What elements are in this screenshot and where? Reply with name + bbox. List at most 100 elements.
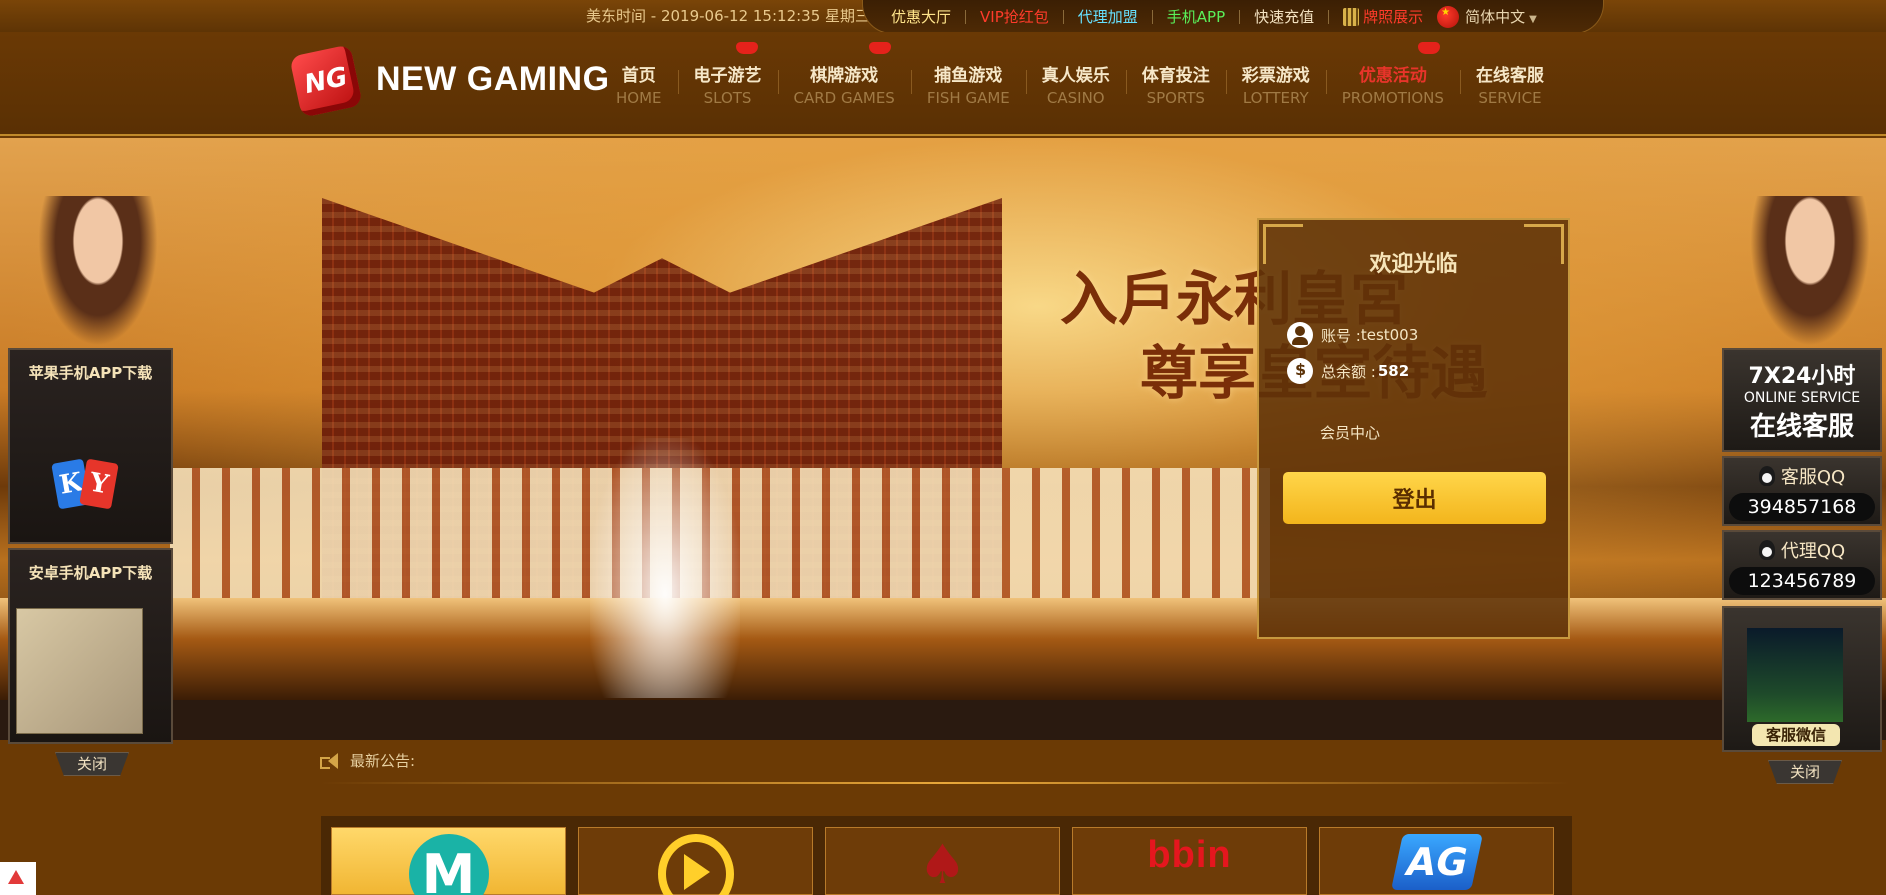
top-link-quick-deposit[interactable]: 快速充值	[1254, 6, 1314, 27]
microgaming-logo-icon: M	[408, 834, 489, 895]
corner-widget-icon[interactable]	[0, 862, 36, 895]
model-image	[1750, 196, 1870, 346]
left-float-close-button[interactable]: 关闭	[55, 752, 129, 776]
top-link-mobile-app[interactable]: 手机APP	[1167, 6, 1225, 27]
model-image	[38, 196, 158, 346]
main-header: NG NEW GAMING 首页 HOME 电子游艺 SLOTS 棋牌游戏 CA…	[0, 32, 1886, 136]
nav-sports[interactable]: 体育投注 SPORTS	[1125, 32, 1226, 136]
divider	[1239, 9, 1241, 24]
nav-slots[interactable]: 电子游艺 SLOTS	[677, 32, 778, 136]
money-bag-icon	[1287, 358, 1313, 384]
android-app-download[interactable]: 安卓手机APP下载	[8, 548, 173, 744]
nav-label-cn: 电子游艺	[693, 66, 762, 86]
announcement-bar[interactable]: 最新公告:	[320, 750, 415, 771]
language-selector[interactable]: 简体中文 ▼	[1465, 6, 1537, 27]
bbin-logo-icon: bbin	[1147, 834, 1232, 876]
divider	[1062, 9, 1064, 24]
divider	[1151, 9, 1153, 24]
welcome-title: 欢迎光临	[1369, 252, 1458, 277]
ky-app-icon[interactable]: K Y	[50, 454, 120, 514]
language-label: 简体中文	[1465, 8, 1526, 26]
service-qq-label: 客服QQ	[1780, 467, 1846, 488]
top-link-promo-hall[interactable]: 优惠大厅	[891, 6, 951, 27]
service-cn: 在线客服	[1749, 412, 1854, 442]
nav-service[interactable]: 在线客服 SERVICE	[1459, 32, 1560, 136]
agent-qq-box[interactable]: 代理QQ 123456789	[1722, 530, 1882, 600]
service-qq-number: 394857168	[1729, 493, 1875, 521]
balance-label: 总余额 :	[1321, 362, 1376, 381]
license-icon	[1343, 7, 1360, 26]
announcement-label: 最新公告:	[350, 752, 416, 770]
account-row: 账号 : test003	[1287, 322, 1418, 348]
nav-home[interactable]: 首页 HOME	[600, 32, 678, 136]
service-qq-label-row: 客服QQ	[1724, 463, 1880, 489]
top-link-license[interactable]: 牌照展示	[1363, 6, 1423, 27]
nav-label-cn: 体育投注	[1141, 66, 1210, 86]
ios-app-download[interactable]: 苹果手机APP下载 K Y	[8, 348, 173, 544]
banner-fountain-image	[590, 438, 740, 698]
nav-lottery[interactable]: 彩票游戏 LOTTERY	[1225, 32, 1326, 136]
provider-microgaming[interactable]: M	[331, 827, 566, 895]
nav-card-games[interactable]: 棋牌游戏 CARD GAMES	[777, 32, 911, 136]
nav-label-cn: 彩票游戏	[1241, 66, 1310, 86]
nav-label-en: SERVICE	[1478, 89, 1542, 107]
divider	[965, 9, 967, 24]
agent-qq-number: 123456789	[1729, 567, 1875, 595]
nav-promotions[interactable]: 优惠活动 PROMOTIONS	[1325, 32, 1460, 136]
android-app-title: 安卓手机APP下载	[28, 564, 153, 582]
service-en: ONLINE SERVICE	[1743, 390, 1861, 406]
banner-bottom-strip	[0, 700, 1886, 740]
speaker-icon	[320, 752, 342, 770]
hot-badge-icon	[1417, 42, 1440, 54]
wechat-service-box[interactable]: 客服微信	[1722, 606, 1882, 752]
nav-label-en: CASINO	[1046, 89, 1105, 107]
top-bar: 美东时间 - 2019-06-12 15:12:35 星期三 优惠大厅 VIP抢…	[0, 0, 1886, 34]
agent-qq-label-row: 代理QQ	[1724, 537, 1880, 563]
nav-casino[interactable]: 真人娱乐 CASINO	[1025, 32, 1126, 136]
dice-logo-icon[interactable]: NG	[289, 44, 363, 118]
chevron-down-icon: ▼	[1529, 14, 1537, 25]
game-provider-strip: M ♠ bbin AG	[321, 816, 1572, 895]
hot-badge-icon	[868, 42, 891, 54]
provider-bbin[interactable]: bbin	[1072, 827, 1307, 895]
logout-button[interactable]: 登出	[1283, 472, 1546, 524]
account-label: 账号 :	[1321, 326, 1361, 345]
qq-penguin-icon	[1758, 540, 1775, 560]
hot-badge-icon	[735, 42, 758, 54]
top-link-agent[interactable]: 代理加盟	[1078, 6, 1138, 27]
nav-label-cn: 优惠活动	[1358, 66, 1427, 86]
spade-logo-icon: ♠	[918, 833, 967, 895]
provider-play[interactable]	[578, 827, 813, 895]
divider	[320, 782, 1570, 784]
china-flag-icon[interactable]	[1437, 5, 1460, 28]
nav-label-cn: 棋牌游戏	[810, 66, 879, 86]
nav-label-en: FISH GAME	[926, 89, 1010, 107]
balance-value: 582	[1377, 362, 1410, 380]
nav-label-cn: 在线客服	[1475, 66, 1544, 86]
member-center-link[interactable]: 会员中心	[1320, 422, 1380, 443]
ky-card-y: Y	[79, 458, 119, 510]
ios-app-title: 苹果手机APP下载	[28, 364, 153, 382]
nav-label-en: PROMOTIONS	[1341, 89, 1444, 107]
nav-label-cn: 首页	[621, 66, 656, 86]
nav-fish-game[interactable]: 捕鱼游戏 FISH GAME	[910, 32, 1026, 136]
provider-spade[interactable]: ♠	[825, 827, 1060, 895]
qq-penguin-icon	[1758, 466, 1775, 486]
right-float-close-button[interactable]: 关闭	[1768, 760, 1842, 784]
main-nav: 首页 HOME 电子游艺 SLOTS 棋牌游戏 CARD GAMES 捕鱼游戏 …	[600, 32, 1560, 136]
provider-ag[interactable]: AG	[1319, 827, 1554, 895]
server-clock: 美东时间 - 2019-06-12 15:12:35 星期三	[586, 7, 871, 25]
wechat-label: 客服微信	[1752, 724, 1840, 746]
service-qq-box[interactable]: 客服QQ 394857168	[1722, 456, 1882, 526]
online-service-box[interactable]: 7X24小时 ONLINE SERVICE 在线客服	[1722, 348, 1882, 452]
top-link-vip-redpacket[interactable]: VIP抢红包	[980, 6, 1049, 27]
ag-logo-icon: AG	[1390, 834, 1483, 890]
service-hours: 7X24小时	[1748, 364, 1856, 389]
brand-name[interactable]: NEW GAMING	[376, 60, 610, 99]
top-links: 优惠大厅 VIP抢红包 代理加盟 手机APP 快速充值 牌照展示 简体中文▼	[862, 0, 1604, 34]
hero-banner[interactable]: 入戶永利皇宮 尊享皇室待遇	[0, 138, 1886, 700]
nav-label-en: SPORTS	[1146, 89, 1205, 107]
user-icon	[1287, 322, 1313, 348]
member-panel: 欢迎光临 账号 : test003 总余额 : 582 会员中心 登出	[1257, 218, 1570, 639]
nav-label-en: SLOTS	[703, 89, 752, 107]
